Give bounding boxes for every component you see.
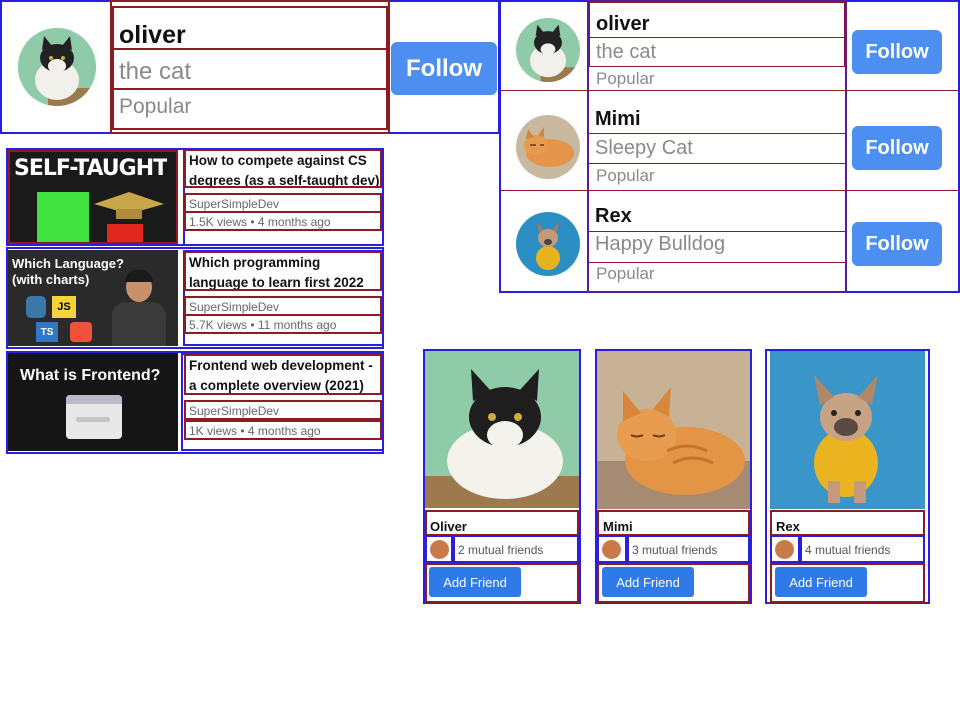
js-logo-icon: JS (52, 296, 76, 318)
follow-item-name: Rex (589, 198, 845, 232)
follow-button[interactable]: Follow (852, 30, 942, 74)
video-thumbnail[interactable]: What is Frontend? (8, 353, 178, 451)
profile-subtitle: the cat (112, 48, 388, 90)
mutual-friends: 2 mutual friends (453, 535, 579, 563)
video-title[interactable]: How to compete against CS degrees (as a … (184, 149, 382, 188)
video-thumbnail[interactable]: Which Language? (with charts) JS TS (8, 250, 178, 346)
mutual-friends: 3 mutual friends (627, 535, 750, 563)
follow-item-name: Mimi (589, 100, 845, 134)
dog-avatar-icon (516, 212, 580, 276)
video-title[interactable]: Which programming language to learn firs… (184, 251, 382, 291)
mutual-avatar (597, 535, 627, 563)
video-stats: 1.5K views • 4 months ago (184, 211, 382, 231)
mutual-avatar (425, 535, 453, 563)
mutual-avatar (770, 535, 800, 563)
follow-item-subtitle: Happy Bulldog (589, 232, 845, 263)
friend-photo (597, 351, 750, 509)
video-thumbnail[interactable]: SELF-TAUGHT (8, 150, 178, 244)
thumbnail-text: What is Frontend? (20, 367, 161, 384)
browser-window-icon (66, 395, 122, 439)
follow-item-subtitle: the cat (589, 37, 845, 67)
friend-name: Rex (770, 510, 925, 536)
graduation-cap-icon (94, 192, 164, 219)
video-stats: 5.7K views • 11 months ago (184, 314, 382, 334)
follow-button[interactable]: Follow (391, 42, 497, 95)
friend-photo (770, 351, 925, 509)
add-friend-button[interactable]: Add Friend (602, 567, 694, 597)
cat-avatar-icon (18, 28, 96, 106)
bar-red (107, 224, 143, 242)
profile-tag: Popular (112, 88, 388, 130)
ts-logo-icon: TS (36, 322, 58, 342)
follow-button[interactable]: Follow (852, 222, 942, 266)
follow-item-tag: Popular (596, 69, 655, 88)
follow-item-subtitle: Sleepy Cat (589, 134, 845, 164)
bar-green (37, 192, 89, 242)
add-friend-button[interactable]: Add Friend (429, 567, 521, 597)
mutual-friends: 4 mutual friends (800, 535, 925, 563)
swift-logo-icon (70, 322, 92, 342)
person-figure (108, 270, 168, 346)
video-title[interactable]: Frontend web development - a complete ov… (184, 354, 382, 395)
friend-name: Mimi (597, 510, 750, 536)
video-channel[interactable]: SuperSimpleDev (184, 193, 382, 213)
video-channel[interactable]: SuperSimpleDev (184, 296, 382, 316)
video-channel[interactable]: SuperSimpleDev (184, 400, 382, 420)
add-friend-button[interactable]: Add Friend (775, 567, 867, 597)
thumbnail-text: SELF-TAUGHT (14, 156, 168, 181)
profile-name: oliver (112, 6, 388, 50)
video-stats: 1K views • 4 months ago (184, 420, 382, 440)
python-logo-icon (26, 296, 46, 318)
friend-name: Oliver (425, 510, 579, 536)
follow-button[interactable]: Follow (852, 126, 942, 170)
follow-item-tag: Popular (596, 166, 655, 185)
cat-avatar-icon (516, 115, 580, 179)
follow-item-name: oliver (589, 2, 845, 38)
follow-row (501, 90, 958, 91)
cat-avatar-icon (516, 18, 580, 82)
follow-row (501, 190, 958, 191)
friend-photo (425, 351, 579, 508)
follow-item-tag: Popular (596, 264, 655, 283)
